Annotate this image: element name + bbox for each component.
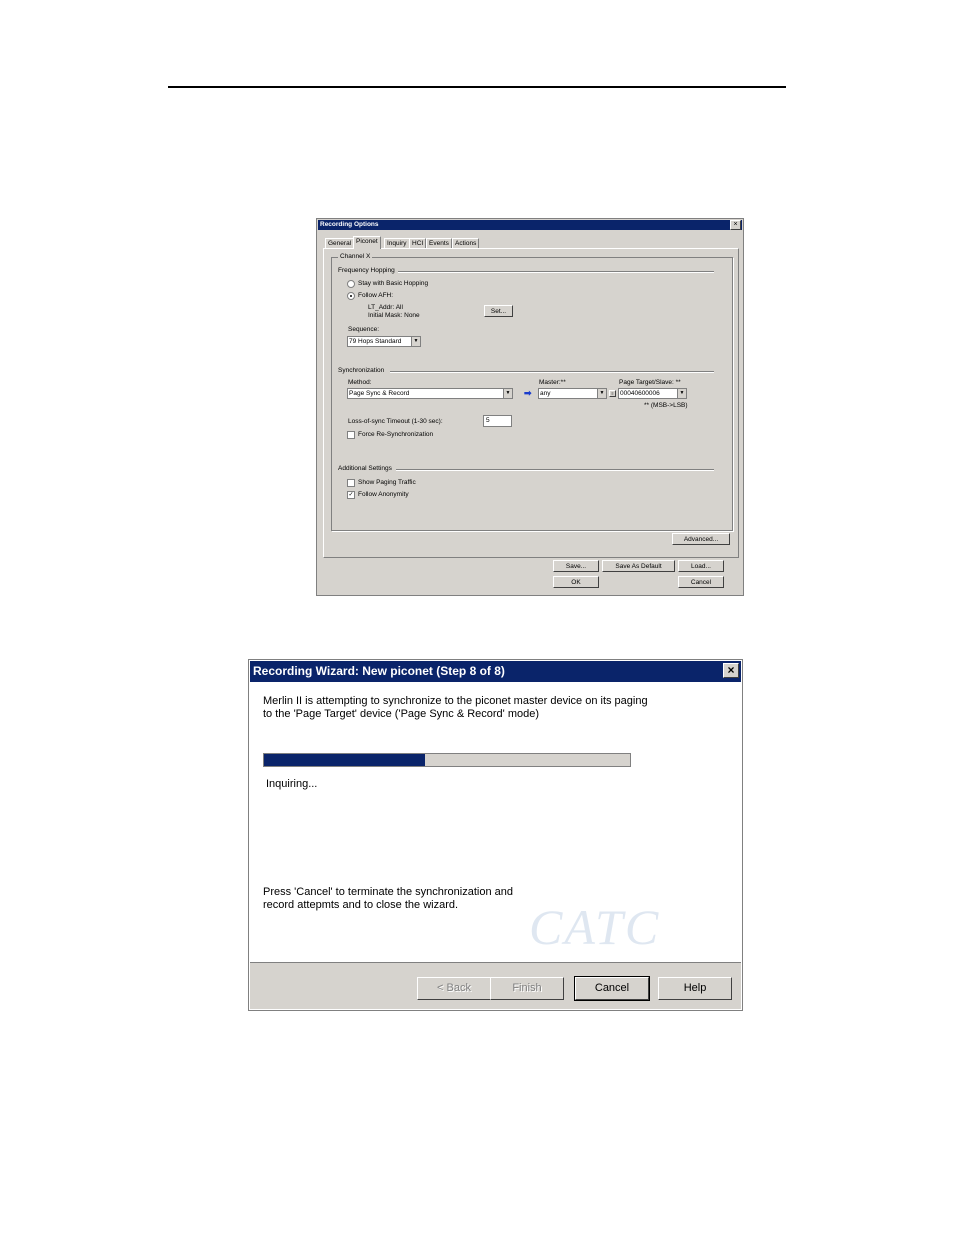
chevron-down-icon[interactable]: ▼ (503, 389, 512, 398)
load-button[interactable]: Load... (678, 560, 724, 572)
wizard-message-line2: to the 'Page Target' device ('Page Sync … (263, 708, 540, 720)
synchronization-label: Synchronization (338, 367, 385, 374)
follow-anonymity-label: Follow Anonymity (358, 491, 409, 498)
msb-note: ** (MSB->LSB) (644, 402, 688, 409)
close-icon[interactable]: × (730, 220, 741, 230)
follow-afh-label: Follow AFH: (358, 292, 394, 299)
advanced-button[interactable]: Advanced... (672, 533, 730, 545)
dialog-title-bar: Recording Options (318, 220, 742, 230)
recording-options-dialog: Recording Options × General Piconet Inqu… (316, 218, 744, 596)
master-label: Master:** (539, 379, 566, 386)
finish-button[interactable]: Finish (490, 977, 564, 1000)
divider (390, 371, 714, 373)
show-paging-checkbox[interactable] (347, 479, 355, 487)
set-button[interactable]: Set... (484, 305, 513, 317)
close-icon[interactable]: × (723, 663, 739, 678)
master-value: any (540, 390, 551, 397)
sequence-select[interactable]: 79 Hops Standard ▼ (347, 336, 421, 347)
cancel-button[interactable]: Cancel (678, 576, 724, 588)
progress-fill (264, 754, 426, 766)
cancel-button[interactable]: Cancel (574, 976, 650, 1001)
initial-mask-text: Initial Mask: None (368, 312, 420, 319)
sequence-label: Sequence: (348, 326, 380, 333)
header-rule (168, 86, 786, 88)
method-select[interactable]: Page Sync & Record ▼ (347, 388, 513, 399)
follow-anonymity-checkbox[interactable]: ✓ (347, 491, 355, 499)
divider (398, 271, 714, 273)
wizard-footer: < Back Finish Cancel Help (250, 962, 741, 1009)
status-text: Inquiring... (266, 778, 318, 790)
wizard-title: Recording Wizard: New piconet (Step 8 of… (253, 664, 505, 678)
stay-basic-label: Stay with Basic Hopping (358, 280, 429, 287)
back-button[interactable]: < Back (417, 977, 491, 1000)
sequence-value: 79 Hops Standard (349, 338, 402, 345)
timeout-label: Loss-of-sync Timeout (1-30 sec): (348, 418, 443, 425)
dialog-title: Recording Options (320, 221, 379, 228)
method-value: Page Sync & Record (349, 390, 410, 397)
arrow-right-icon: ➡ (524, 388, 532, 398)
wizard-message-line1: Merlin II is attempting to synchronize t… (263, 695, 648, 707)
wizard-title-bar: Recording Wizard: New piconet (Step 8 of… (250, 661, 741, 682)
help-button[interactable]: Help (658, 977, 732, 1000)
stay-basic-radio[interactable] (347, 280, 355, 288)
method-label: Method: (348, 379, 372, 386)
force-resync-label: Force Re-Synchronization (358, 431, 434, 438)
chevron-down-icon[interactable]: ▼ (597, 389, 606, 398)
follow-afh-radio[interactable] (347, 292, 355, 300)
timeout-input[interactable]: 5 (483, 415, 512, 427)
cancel-note-line2: record attepmts and to close the wizard. (263, 899, 459, 911)
additional-settings-label: Additional Settings (338, 465, 392, 472)
cancel-note-line1: Press 'Cancel' to terminate the synchron… (263, 886, 513, 898)
divider (396, 469, 714, 471)
lt-addr-text: LT_Addr: All (368, 304, 403, 311)
recording-wizard-dialog: Recording Wizard: New piconet (Step 8 of… (248, 659, 743, 1011)
show-paging-label: Show Paging Traffic (358, 479, 416, 486)
catc-logo: CATC (529, 899, 661, 955)
frequency-hopping-label: Frequency Hopping (338, 267, 395, 274)
chevron-down-icon[interactable]: ▼ (411, 337, 420, 346)
save-button[interactable]: Save... (553, 560, 599, 572)
page-target-value: 00040600006 (620, 390, 660, 397)
swap-icon[interactable]: ≡ (609, 390, 616, 397)
ok-button[interactable]: OK (553, 576, 599, 588)
tab-piconet[interactable]: Piconet (353, 236, 381, 249)
force-resync-checkbox[interactable] (347, 431, 355, 439)
channel-group-label: Channel X (338, 253, 373, 260)
sync-progress-bar (263, 753, 631, 767)
piconet-panel: Channel X Frequency Hopping Stay with Ba… (323, 248, 739, 558)
chevron-down-icon[interactable]: ▼ (677, 389, 686, 398)
page-target-label: Page Target/Slave: ** (619, 379, 681, 386)
master-select[interactable]: any ▼ (538, 388, 607, 399)
page-target-select[interactable]: 00040600006 ▼ (618, 388, 687, 399)
save-as-default-button[interactable]: Save As Default (602, 560, 675, 572)
